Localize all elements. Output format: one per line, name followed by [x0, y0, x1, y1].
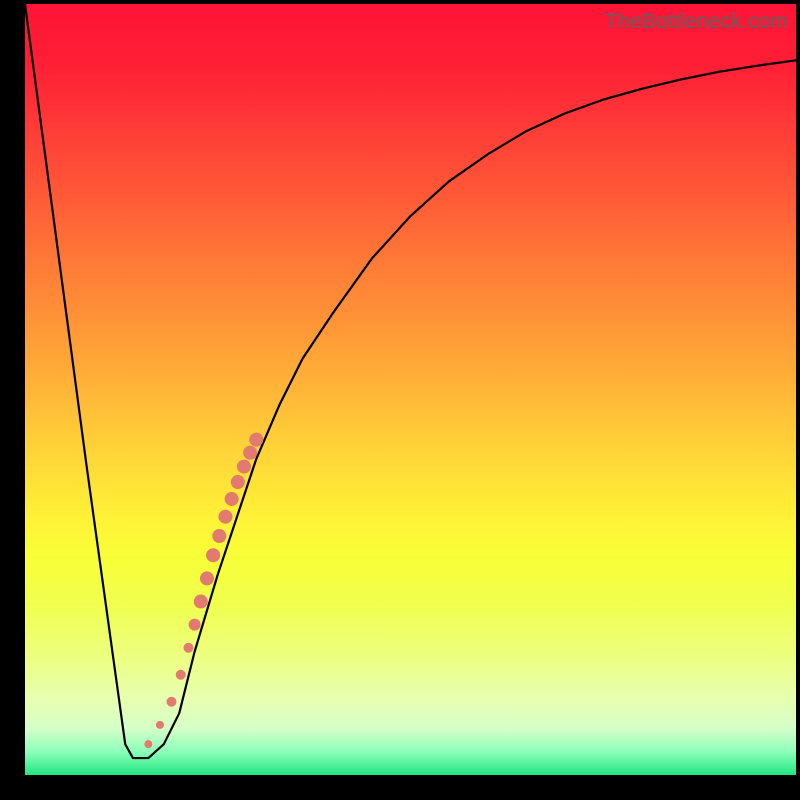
highlight-marker: [166, 697, 176, 707]
highlight-marker: [206, 548, 220, 562]
highlight-marker: [231, 475, 245, 489]
chart-frame: TheBottleneck.com: [0, 0, 800, 800]
highlight-marker: [212, 529, 226, 543]
highlight-marker: [189, 619, 201, 631]
highlight-marker: [200, 571, 214, 585]
highlight-marker: [218, 510, 232, 524]
highlight-marker: [249, 433, 263, 447]
plot-area: TheBottleneck.com: [25, 4, 796, 775]
highlight-marker: [243, 446, 257, 460]
highlight-marker: [144, 740, 152, 748]
highlight-marker: [183, 643, 193, 653]
chart-svg: [25, 4, 796, 775]
highlight-marker: [225, 492, 239, 506]
highlight-markers: [144, 433, 263, 749]
curve-path: [25, 4, 796, 758]
highlight-marker: [237, 460, 251, 474]
highlight-marker: [194, 595, 208, 609]
highlight-marker: [156, 721, 164, 729]
highlight-marker: [176, 670, 186, 680]
curve-line: [25, 4, 796, 758]
